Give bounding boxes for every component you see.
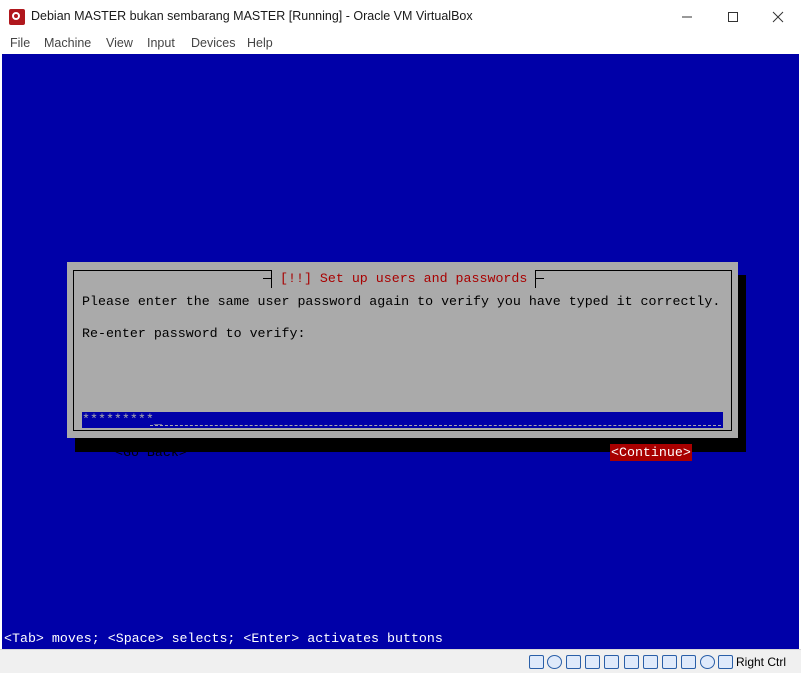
keyboard-icon[interactable] [718, 655, 733, 669]
keyboard-help-line: <Tab> moves; <Space> selects; <Enter> ac… [4, 631, 443, 646]
password-label: Re-enter password to verify: [82, 326, 306, 341]
menu-machine[interactable]: Machine [44, 36, 91, 50]
vm-display[interactable]: [!!] Set up users and passwords Please e… [2, 54, 799, 649]
dialog-title: [!!] Set up users and passwords [262, 270, 545, 288]
mouse-integration-icon[interactable] [700, 655, 715, 669]
virtualbox-logo-icon [9, 9, 25, 25]
usb-icon[interactable] [604, 655, 619, 669]
menu-view[interactable]: View [106, 36, 133, 50]
audio-icon[interactable] [566, 655, 581, 669]
close-icon [772, 11, 784, 22]
menu-file[interactable]: File [10, 36, 30, 50]
cpu-icon[interactable] [681, 655, 696, 669]
menu-bar: File Machine View Input Devices Help [0, 33, 801, 54]
menu-help[interactable]: Help [247, 36, 273, 50]
window-title: Debian MASTER bukan sembarang MASTER [Ru… [31, 9, 473, 23]
close-button[interactable] [755, 0, 801, 33]
title-bar: Debian MASTER bukan sembarang MASTER [Ru… [0, 0, 801, 33]
status-bar: Right Ctrl [0, 649, 801, 673]
continue-button[interactable]: <Continue> [610, 444, 692, 461]
password-verify-input[interactable]: *********_ [82, 412, 723, 428]
minimize-button[interactable] [664, 0, 710, 33]
display-icon[interactable] [643, 655, 658, 669]
network-icon[interactable] [585, 655, 600, 669]
hard-disk-icon[interactable] [529, 655, 544, 669]
menu-input[interactable]: Input [147, 36, 175, 50]
maximize-button[interactable] [710, 0, 756, 33]
field-underline [150, 425, 721, 426]
installer-dialog: [!!] Set up users and passwords Please e… [67, 262, 738, 461]
go-back-button[interactable]: <Go Back> [115, 444, 187, 462]
video-capture-icon[interactable] [662, 655, 677, 669]
minimize-icon [682, 16, 692, 17]
menu-devices[interactable]: Devices [191, 36, 235, 50]
maximize-icon [728, 11, 738, 22]
host-key-label: Right Ctrl [736, 655, 787, 669]
dialog-instruction: Please enter the same user password agai… [82, 294, 721, 309]
shared-folders-icon[interactable] [624, 655, 639, 669]
optical-drive-icon[interactable] [547, 655, 562, 669]
password-mask: ********* [82, 412, 154, 427]
